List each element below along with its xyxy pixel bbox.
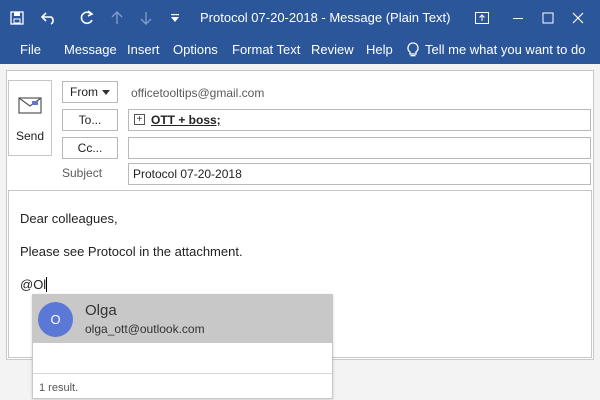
subject-field[interactable]: Protocol 07-20-2018	[128, 163, 591, 185]
save-icon[interactable]	[2, 0, 32, 35]
down-arrow-icon[interactable]	[131, 0, 161, 35]
to-recipients[interactable]: OTT + boss;	[151, 113, 221, 127]
results-count: 1 result.	[39, 382, 79, 394]
undo-icon[interactable]	[34, 0, 64, 35]
divider	[33, 373, 332, 374]
menu-options[interactable]: Options	[173, 35, 218, 64]
to-field[interactable]: + OTT + boss;	[128, 109, 591, 131]
from-button[interactable]: From	[62, 81, 118, 103]
ribbon-display-options-icon[interactable]	[464, 0, 499, 35]
expand-group-icon[interactable]: +	[134, 114, 145, 125]
menu-review[interactable]: Review	[311, 35, 354, 64]
text-cursor	[46, 277, 48, 292]
from-label: From	[70, 85, 98, 99]
window-title: Protocol 07-20-2018 - Message (Plain Tex…	[200, 10, 451, 25]
subject-value: Protocol 07-20-2018	[133, 167, 242, 181]
suggestion-name: Olga	[85, 302, 117, 319]
close-icon[interactable]	[560, 0, 595, 35]
title-bar: Protocol 07-20-2018 - Message (Plain Tex…	[0, 0, 600, 35]
menu-format-text[interactable]: Format Text	[232, 35, 300, 64]
cc-field[interactable]	[128, 137, 591, 159]
chevron-down-icon	[102, 89, 110, 95]
body-line: Dear colleagues,	[20, 211, 118, 226]
suggestion-email: olga_ott@outlook.com	[85, 322, 205, 336]
body-line-mention: @Ol	[20, 277, 48, 292]
avatar: O	[38, 302, 73, 337]
up-arrow-icon[interactable]	[102, 0, 132, 35]
customize-icon[interactable]	[160, 0, 190, 35]
subject-label: Subject	[62, 166, 103, 180]
send-label: Send	[15, 129, 45, 143]
menu-help[interactable]: Help	[366, 35, 393, 64]
menu-message[interactable]: Message	[64, 35, 117, 64]
menu-insert[interactable]: Insert	[127, 35, 160, 64]
cc-button[interactable]: Cc...	[62, 137, 118, 159]
menu-bar: File Message Insert Options Format Text …	[0, 35, 600, 64]
lightbulb-icon[interactable]	[406, 42, 420, 58]
from-email: officetooltips@gmail.com	[131, 86, 265, 100]
body-line: Please see Protocol in the attachment.	[20, 244, 243, 259]
mention-suggestions: O Olga olga_ott@outlook.com 1 result.	[32, 294, 333, 399]
redo-icon[interactable]	[72, 0, 102, 35]
send-icon	[18, 97, 42, 114]
send-button[interactable]: Send	[8, 80, 52, 156]
suggestion-item[interactable]: O Olga olga_ott@outlook.com	[33, 295, 332, 343]
tell-me-search[interactable]: Tell me what you want to do	[425, 35, 585, 64]
mention-text: @Ol	[20, 277, 47, 292]
to-button[interactable]: To...	[62, 109, 118, 131]
menu-file[interactable]: File	[20, 35, 41, 64]
